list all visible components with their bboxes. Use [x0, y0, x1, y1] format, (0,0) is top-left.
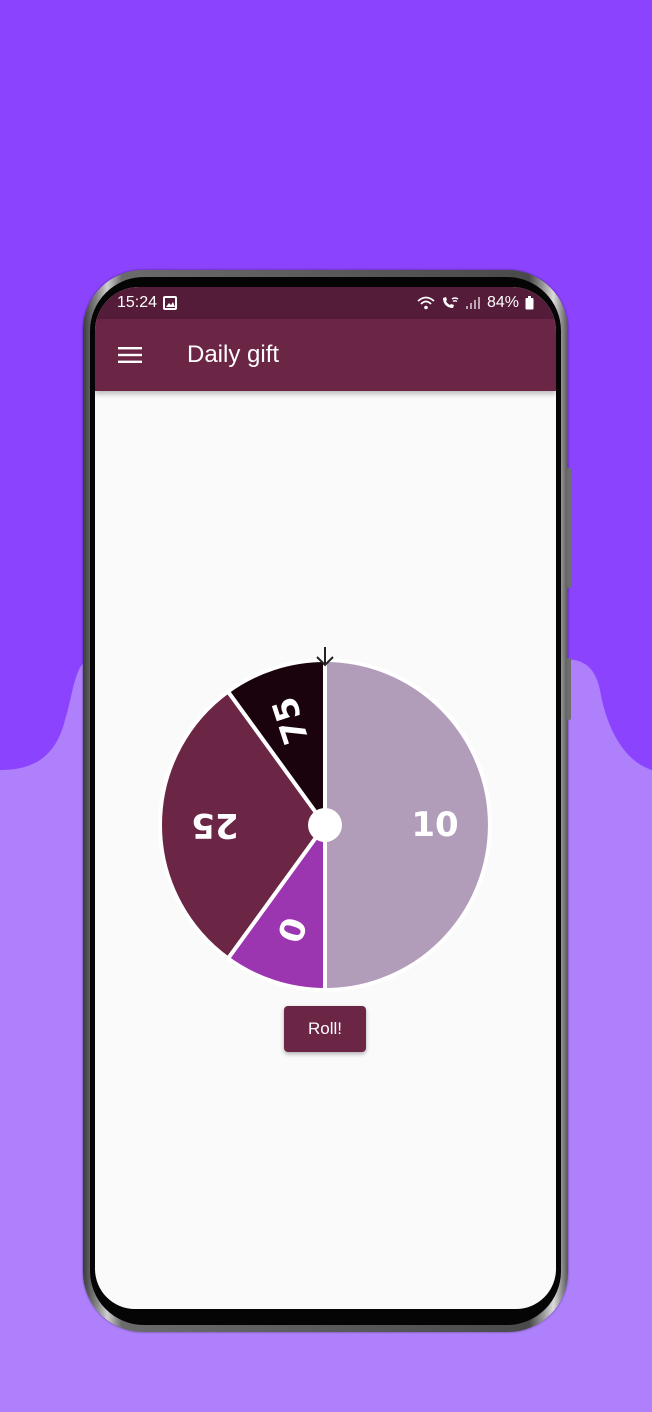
menu-button[interactable]: [95, 319, 165, 391]
app-title: Daily gift: [187, 341, 280, 368]
menu-icon: [118, 347, 142, 363]
prize-wheel[interactable]: 1002575: [157, 645, 497, 995]
phone-volume-button: [567, 468, 571, 588]
status-time: 15:24: [117, 294, 158, 311]
wheel-segment-label: 10: [411, 805, 458, 845]
app-bar: Daily gift: [95, 319, 556, 391]
wheel-center-hub: [308, 808, 342, 842]
wheel-segment: [323, 657, 492, 993]
roll-button[interactable]: Roll!: [284, 1006, 366, 1052]
phone-screen: 15:24 84% Daily gift 10 0 25 75 Roll!: [95, 287, 556, 1309]
wheel-segment-label: 25: [191, 805, 238, 845]
signal-icon: [465, 297, 480, 309]
image-icon: [163, 296, 178, 310]
battery-percent: 84%: [486, 294, 519, 311]
phone-power-button: [567, 658, 571, 720]
status-bar: 15:24 84%: [95, 287, 556, 319]
battery-icon: [525, 296, 534, 310]
wifi-icon: [417, 296, 435, 310]
wifi-call-icon: [442, 297, 459, 308]
main-content: 10 0 25 75 Roll!: [95, 391, 556, 1309]
